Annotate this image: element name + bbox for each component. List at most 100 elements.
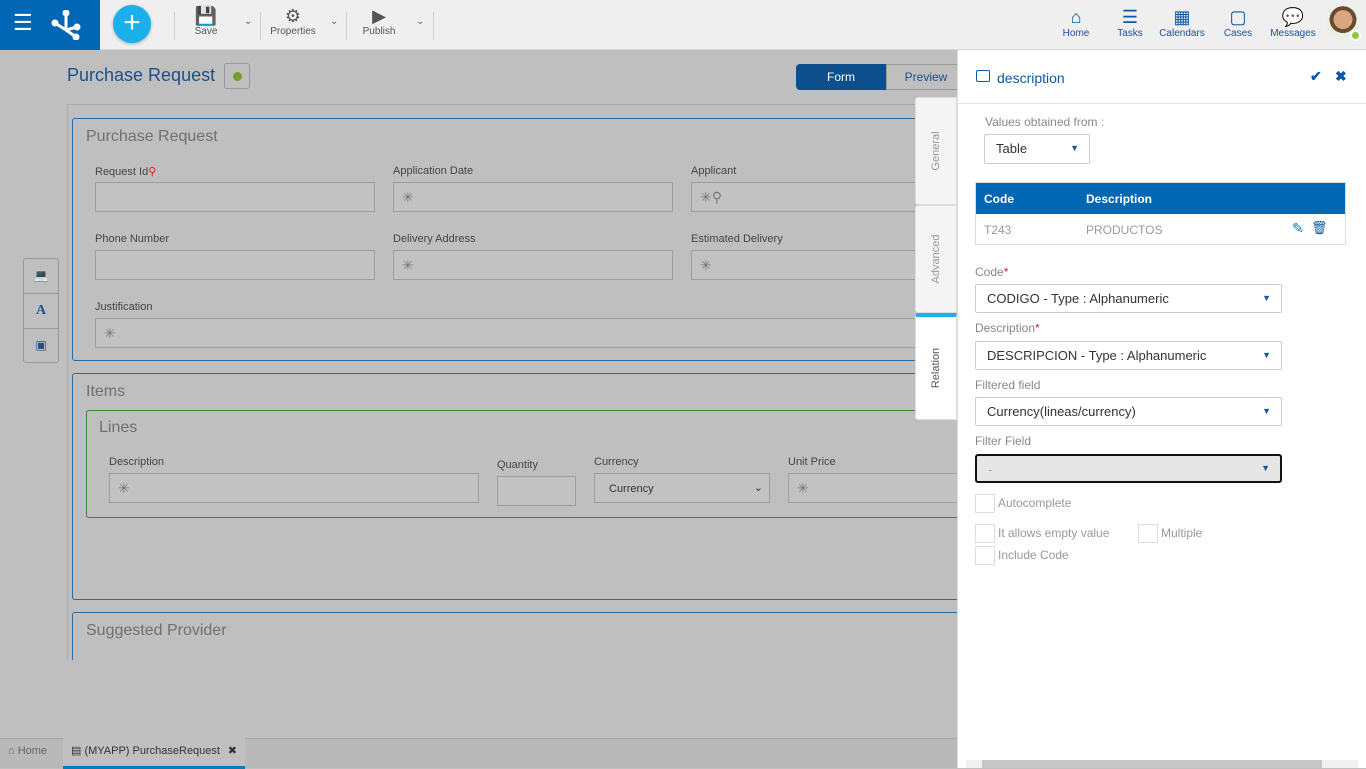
tab-advanced[interactable]: Advanced [915,205,957,313]
request-id-label: Request Id⚲ [95,166,157,178]
cell-code: T243 [984,223,1012,237]
font-icon[interactable]: A [24,294,58,329]
justification-label: Justification [95,301,153,313]
phone-label: Phone Number [95,233,169,245]
values-from-select[interactable]: Table ▼ [984,134,1090,164]
relation-table: Code Description T243 PRODUCTOS ✎ 🗑 [975,182,1346,245]
calendar-icon: ▦ [1173,7,1191,27]
delivery-address-label: Delivery Address [393,233,476,245]
key-icon: ⚲ [148,166,157,178]
multiple-checkbox[interactable] [1138,524,1158,543]
properties-dropdown-chevron-icon[interactable]: ⌄ [330,16,338,27]
nav-tasks[interactable]: ☰ Tasks [1105,6,1155,39]
save-button[interactable]: 💾 Save [190,6,222,37]
nav-calendars-label: Calendars [1159,28,1205,39]
code-select[interactable]: CODIGO - Type : Alphanumeric ▼ [975,284,1282,313]
tab-relation[interactable]: Relation [915,313,957,420]
col-quantity-label: Quantity [497,459,538,471]
home-icon: ⌂ [8,745,18,757]
tab-general[interactable]: General [915,97,957,205]
horizontal-scrollbar[interactable] [966,760,1358,768]
description-label: Description* [975,321,1040,335]
play-icon: ▶ [372,6,386,26]
line-quantity-input[interactable] [497,476,576,506]
logo-icon [51,10,81,40]
delivery-address-input[interactable]: ✳ [393,250,673,280]
nav-messages-label: Messages [1270,28,1316,39]
publish-button[interactable]: ▶ Publish [360,6,398,37]
menu-icon[interactable]: ☰ [13,10,33,36]
nav-calendars[interactable]: ▦ Calendars [1157,6,1207,39]
col-unit-price-label: Unit Price [788,456,836,468]
caret-down-icon: ▼ [1070,143,1079,153]
autocomplete-checkbox[interactable] [975,494,995,513]
publish-label: Publish [362,26,396,37]
estimated-delivery-input[interactable]: ✳ [691,250,921,280]
filter-field-label: Filter Field [975,434,1032,448]
col-description-label: Description [109,456,165,468]
cell-description: PRODUCTOS [1086,223,1163,237]
section-title: Suggested Provider [86,622,227,639]
save-dropdown-chevron-icon[interactable]: ⌄ [244,16,252,27]
caret-down-icon: ▼ [1262,406,1271,416]
chevron-down-icon: ⌄ [753,482,763,494]
request-id-input[interactable] [95,182,375,212]
application-date-input[interactable]: ✳ [393,182,673,212]
message-bubble-icon: 💬 [1281,7,1305,27]
include-code-label: Include Code [998,548,1069,562]
nav-messages[interactable]: 💬 Messages [1268,6,1318,39]
panel-title: description [997,70,1065,86]
tasks-icon: ☰ [1121,7,1139,27]
edit-icon[interactable]: ✎ [1292,220,1304,237]
filtered-field-select[interactable]: Currency(lineas/currency) ▼ [975,397,1282,426]
header-description: Description [1086,192,1153,206]
properties-button[interactable]: ⚙ Properties [268,6,318,37]
laptop-icon[interactable]: 💻 [24,259,58,294]
trash-icon[interactable]: 🗑 [1311,220,1328,236]
nav-home-label: Home [1062,28,1090,39]
header-code: Code [984,192,1014,206]
view-preview-button[interactable]: Preview [886,64,966,90]
empty-value-checkbox[interactable] [975,524,995,543]
justification-input[interactable]: ✳ [95,318,921,348]
close-icon[interactable]: ✖ [1335,68,1347,85]
filter-field-select[interactable]: - ▼ [975,454,1282,483]
confirm-check-icon[interactable]: ✔ [1310,68,1322,85]
caret-down-icon: ▼ [1261,463,1270,473]
status-button[interactable] [224,63,250,89]
cases-icon: ▢ [1229,7,1247,27]
line-unit-price-input[interactable]: ✳ [788,473,958,503]
include-code-checkbox[interactable] [975,546,995,565]
line-description-input[interactable]: ✳ [109,473,479,503]
nav-home[interactable]: ⌂ Home [1051,6,1101,39]
tab-purchase-request[interactable]: ▤ (MYAPP) PurchaseRequest ✖ [63,738,245,769]
values-from-label: Values obtained from : [985,115,1105,129]
close-tab-icon[interactable]: ✖ [228,744,237,757]
panel-header: description ✔ ✖ [958,50,1366,104]
cube-icon[interactable]: ▣ [24,329,58,362]
grid-title: Lines [99,419,138,436]
caret-down-icon: ▼ [1262,293,1271,303]
phone-input[interactable] [95,250,375,280]
tab-home[interactable]: ⌂ Home [0,739,62,769]
home-icon: ⌂ [1070,7,1082,27]
add-button[interactable]: + [113,5,151,43]
line-currency-select[interactable]: Currency ⌄ [594,473,770,503]
properties-label: Properties [270,26,316,37]
nav-cases[interactable]: ▢ Cases [1213,6,1263,39]
multiple-label: Multiple [1161,526,1203,540]
save-icon: 💾 [194,6,218,26]
description-select[interactable]: DESCRIPCION - Type : Alphanumeric ▼ [975,341,1282,370]
table-row: T243 PRODUCTOS ✎ 🗑 [976,214,1345,244]
view-form-button[interactable]: Form [796,64,886,90]
code-label: Code* [975,265,1009,279]
table-header: Code Description [976,183,1345,214]
top-toolbar: ☰ + 💾 Save ⌄ ⚙ Properties ⌄ ▶ Publish ⌄ ⌂ Ho… [0,0,1366,50]
filtered-field-label: Filtered field [975,378,1041,392]
publish-dropdown-chevron-icon[interactable]: ⌄ [416,16,424,27]
online-status-dot [1350,30,1361,41]
section-title: Items [86,383,126,400]
gear-icon: ⚙ [284,6,302,26]
applicant-input[interactable]: ✳⚲ [691,182,921,212]
autocomplete-label: Autocomplete [998,496,1072,510]
